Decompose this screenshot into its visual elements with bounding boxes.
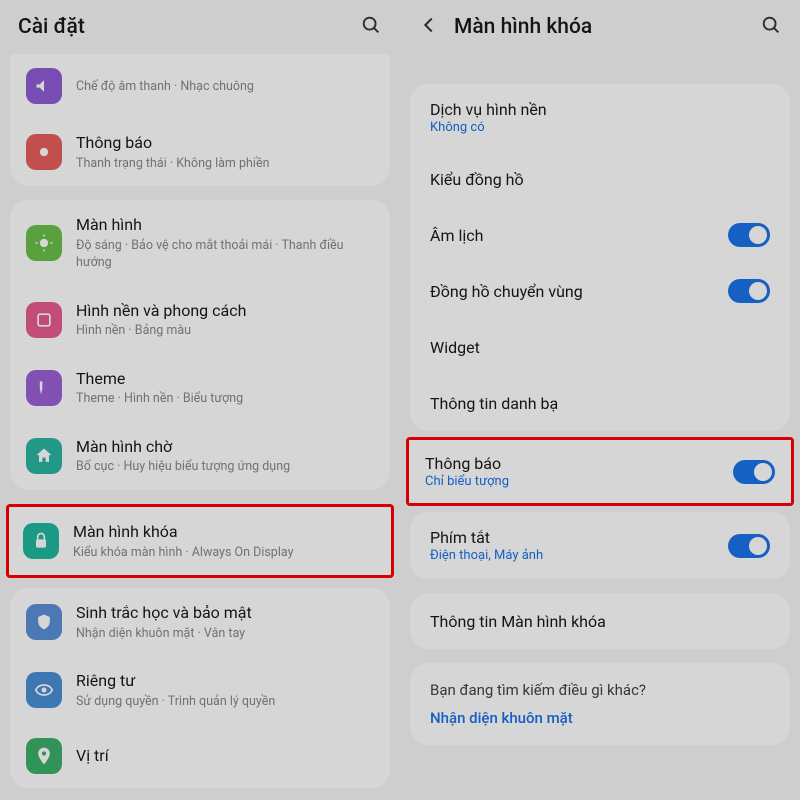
lock-item-sub: Chỉ biểu tượng <box>425 474 733 489</box>
settings-item-home[interactable]: Màn hình chờ Bố cục · Huy hiệu biểu tượn… <box>10 422 390 490</box>
shortcuts-toggle[interactable] <box>728 534 770 558</box>
footer-suggestion: Bạn đang tìm kiếm điều gì khác? Nhận diệ… <box>410 663 790 745</box>
lock-item-wallpaper-service[interactable]: Dịch vụ hình nền Không có <box>410 84 790 151</box>
settings-item-sub: Hình nền · Bảng màu <box>76 322 374 340</box>
settings-item-sub: Chế độ âm thanh · Nhạc chuông <box>76 78 374 96</box>
settings-item-sub: Thanh trạng thái · Không làm phiền <box>76 155 374 173</box>
lock-item-about[interactable]: Thông tin Màn hình khóa <box>410 593 790 649</box>
lock-item-shortcuts[interactable]: Phím tắt Điện thoại, Máy ảnh <box>410 512 790 579</box>
settings-item-wallpaper[interactable]: Hình nền và phong cách Hình nền · Bảng m… <box>10 286 390 354</box>
roaming-clock-toggle[interactable] <box>728 279 770 303</box>
search-icon[interactable] <box>360 14 382 40</box>
page-title: Màn hình khóa <box>454 15 592 39</box>
settings-item-sub: Nhận diện khuôn mặt · Vân tay <box>76 625 374 643</box>
lock-item-contact-info[interactable]: Thông tin danh bạ <box>410 375 790 431</box>
settings-item-biometrics[interactable]: Sinh trắc học và bảo mật Nhận diện khuôn… <box>10 588 390 656</box>
lock-item-label: Kiểu đồng hồ <box>430 170 770 189</box>
back-button[interactable] <box>418 14 440 40</box>
home-icon <box>26 438 62 474</box>
lock-item-label: Thông tin Màn hình khóa <box>430 612 770 631</box>
settings-item-sub: Theme · Hình nền · Biểu tượng <box>76 390 374 408</box>
location-icon <box>26 738 62 774</box>
settings-item-label: Hình nền và phong cách <box>76 300 374 322</box>
settings-item-label: Màn hình <box>76 214 374 236</box>
footer-question: Bạn đang tìm kiếm điều gì khác? <box>430 681 770 699</box>
settings-item-theme[interactable]: Theme Theme · Hình nền · Biểu tượng <box>10 354 390 422</box>
lock-item-label: Dịch vụ hình nền <box>430 100 770 119</box>
bell-icon <box>26 134 62 170</box>
settings-item-sub: Độ sáng · Bảo vệ cho mắt thoải mái · Tha… <box>76 237 374 272</box>
lock-item-sub: Điện thoại, Máy ảnh <box>430 548 728 563</box>
settings-pane: Cài đặt Chế độ âm thanh · Nhạc chuông <box>0 0 400 800</box>
settings-header: Cài đặt <box>0 0 400 54</box>
settings-item-lockscreen[interactable]: Màn hình khóa Kiểu khóa màn hình · Alway… <box>9 507 391 575</box>
palette-icon <box>26 370 62 406</box>
settings-item-label: Màn hình chờ <box>76 436 374 458</box>
settings-item-sub: Kiểu khóa màn hình · Always On Display <box>73 544 377 562</box>
display-icon <box>26 225 62 261</box>
settings-item-label: Thông báo <box>76 132 374 154</box>
settings-item-label: Màn hình khóa <box>73 521 377 543</box>
lock-item-lunar[interactable]: Âm lịch <box>410 207 790 263</box>
lock-item-label: Thông báo <box>425 454 733 473</box>
lock-item-label: Thông tin danh bạ <box>430 394 770 413</box>
lock-item-label: Widget <box>430 338 770 357</box>
settings-item-sub: Bố cục · Huy hiệu biểu tượng ứng dụng <box>76 458 374 476</box>
settings-item-sound[interactable]: Chế độ âm thanh · Nhạc chuông <box>10 54 390 118</box>
image-icon <box>26 302 62 338</box>
lock-item-label: Âm lịch <box>430 226 728 245</box>
lockscreen-pane: Màn hình khóa Dịch vụ hình nền Không có … <box>400 0 800 800</box>
lock-item-label: Đồng hồ chuyển vùng <box>430 282 728 301</box>
lock-item-sub: Không có <box>430 120 770 135</box>
highlighted-item-lockscreen: Màn hình khóa Kiểu khóa màn hình · Alway… <box>6 504 394 578</box>
highlighted-item-notifications: Thông báo Chỉ biểu tượng <box>406 437 794 506</box>
shield-icon <box>26 604 62 640</box>
lock-item-notifications[interactable]: Thông báo Chỉ biểu tượng <box>409 440 791 503</box>
lock-item-widget[interactable]: Widget <box>410 319 790 375</box>
settings-item-label: Sinh trắc học và bảo mật <box>76 602 374 624</box>
settings-item-display[interactable]: Màn hình Độ sáng · Bảo vệ cho mắt thoải … <box>10 200 390 286</box>
settings-item-label: Theme <box>76 368 374 390</box>
settings-item-location[interactable]: Vị trí <box>10 724 390 788</box>
settings-item-privacy[interactable]: Riêng tư Sử dụng quyền · Trình quản lý q… <box>10 656 390 724</box>
notifications-toggle[interactable] <box>733 460 775 484</box>
lock-item-roaming-clock[interactable]: Đồng hồ chuyển vùng <box>410 263 790 319</box>
settings-item-notifications[interactable]: Thông báo Thanh trạng thái · Không làm p… <box>10 118 390 186</box>
lunar-toggle[interactable] <box>728 223 770 247</box>
search-icon[interactable] <box>760 14 782 40</box>
lock-item-label: Phím tắt <box>430 528 728 547</box>
footer-link-face-recognition[interactable]: Nhận diện khuôn mặt <box>430 709 770 727</box>
lock-item-clock-style[interactable]: Kiểu đồng hồ <box>410 151 790 207</box>
lock-icon <box>23 523 59 559</box>
lockscreen-header: Màn hình khóa <box>400 0 800 54</box>
settings-item-sub: Sử dụng quyền · Trình quản lý quyền <box>76 693 374 711</box>
page-title: Cài đặt <box>18 15 85 39</box>
sound-icon <box>26 68 62 104</box>
privacy-icon <box>26 672 62 708</box>
settings-item-label: Vị trí <box>76 745 374 767</box>
settings-item-label: Riêng tư <box>76 670 374 692</box>
